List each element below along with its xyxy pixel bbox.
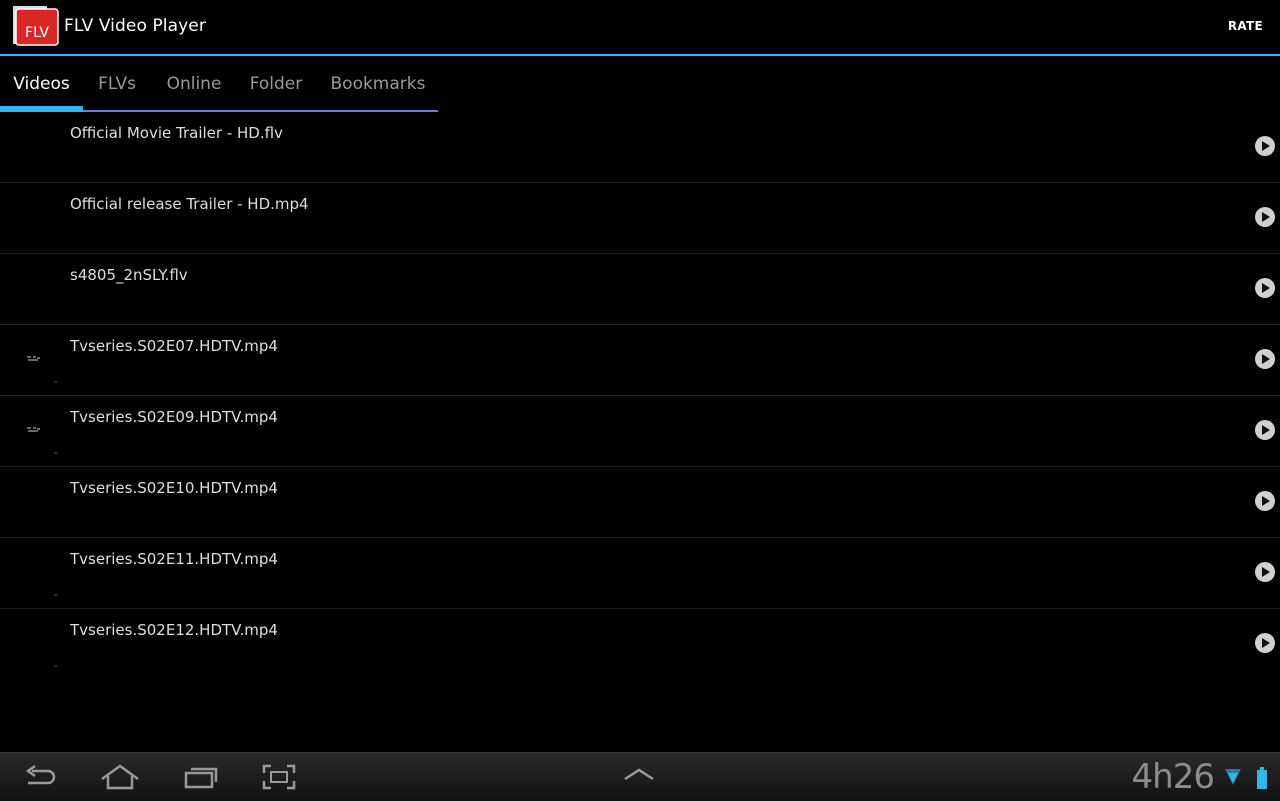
- svg-text:FLV: FLV: [25, 25, 49, 41]
- video-title: Official release Trailer - HD.mp4: [70, 195, 309, 213]
- recent-apps-icon[interactable]: [183, 763, 219, 791]
- play-icon[interactable]: [1254, 419, 1276, 441]
- thumbnail-marker: [54, 594, 57, 596]
- video-title: Tvseries.S02E12.HDTV.mp4: [70, 621, 278, 639]
- video-list-item[interactable]: Tvseries.S02E09.HDTV.mp4: [0, 396, 1280, 467]
- video-title: Tvseries.S02E07.HDTV.mp4: [70, 337, 278, 355]
- video-title: Tvseries.S02E11.HDTV.mp4: [70, 550, 278, 568]
- screenshot-icon[interactable]: [261, 763, 297, 791]
- wifi-icon: [1225, 769, 1241, 785]
- rate-button[interactable]: RATE: [1228, 19, 1263, 33]
- clock: 4h26: [1131, 757, 1215, 797]
- thumbnail-marker: [54, 381, 57, 383]
- tab-flvs[interactable]: FLVs: [84, 56, 150, 110]
- play-icon[interactable]: [1254, 206, 1276, 228]
- video-list-item[interactable]: s4805_2nSLY.flv: [0, 254, 1280, 325]
- action-bar: FLV FLV Video Player RATE: [0, 0, 1280, 56]
- battery-icon: [1257, 767, 1267, 789]
- menu-up-icon[interactable]: [622, 767, 656, 783]
- video-list-item[interactable]: Tvseries.S02E11.HDTV.mp4: [0, 538, 1280, 609]
- video-title: Official Movie Trailer - HD.flv: [70, 124, 283, 142]
- play-icon[interactable]: [1254, 561, 1276, 583]
- tab-bar: Videos FLVs Online Folder Bookmarks: [0, 56, 438, 112]
- thumbnail-marker: [54, 665, 57, 667]
- tab-folder[interactable]: Folder: [238, 56, 314, 110]
- home-icon[interactable]: [100, 763, 140, 791]
- play-icon[interactable]: [1254, 490, 1276, 512]
- video-title: s4805_2nSLY.flv: [70, 266, 188, 284]
- play-icon[interactable]: [1254, 135, 1276, 157]
- video-list-item[interactable]: Official release Trailer - HD.mp4: [0, 183, 1280, 254]
- video-title: Tvseries.S02E09.HDTV.mp4: [70, 408, 278, 426]
- play-icon[interactable]: [1254, 277, 1276, 299]
- tab-online[interactable]: Online: [154, 56, 234, 110]
- play-icon[interactable]: [1254, 632, 1276, 654]
- video-list-item[interactable]: Official Movie Trailer - HD.flv: [0, 112, 1280, 183]
- flv-app-icon: FLV: [13, 6, 59, 46]
- video-thumbnail: [26, 427, 42, 432]
- app-title: FLV Video Player: [64, 16, 206, 36]
- system-nav-bar: 4h26: [0, 752, 1280, 801]
- video-list-item[interactable]: Tvseries.S02E10.HDTV.mp4: [0, 467, 1280, 538]
- video-list: Official Movie Trailer - HD.flv Official…: [0, 112, 1280, 679]
- tab-bookmarks[interactable]: Bookmarks: [320, 56, 436, 110]
- video-list-item[interactable]: Tvseries.S02E07.HDTV.mp4: [0, 325, 1280, 396]
- tab-videos[interactable]: Videos: [0, 56, 83, 112]
- video-title: Tvseries.S02E10.HDTV.mp4: [70, 479, 278, 497]
- thumbnail-marker: [54, 452, 57, 454]
- video-list-item[interactable]: Tvseries.S02E12.HDTV.mp4: [0, 609, 1280, 679]
- back-icon[interactable]: [22, 763, 58, 791]
- video-thumbnail: [26, 356, 42, 361]
- play-icon[interactable]: [1254, 348, 1276, 370]
